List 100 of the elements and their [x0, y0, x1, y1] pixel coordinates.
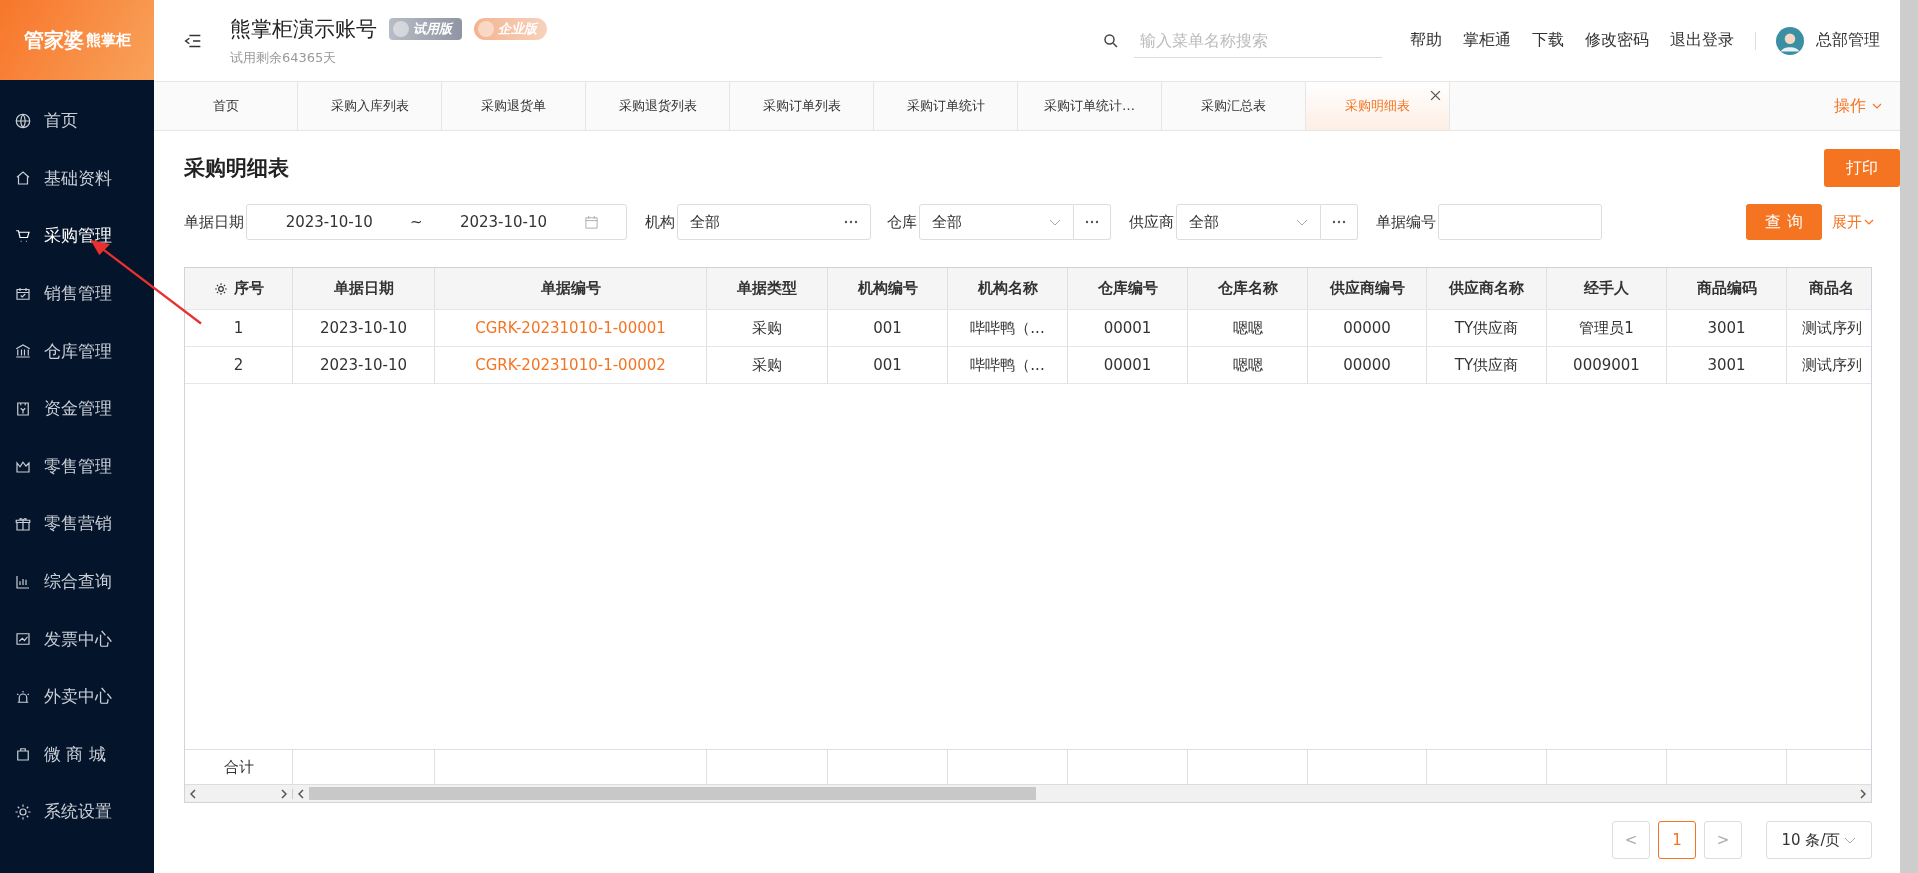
table-cell: 1	[185, 310, 293, 347]
header-link[interactable]: 帮助	[1410, 30, 1442, 51]
table-cell: TY供应商	[1427, 347, 1547, 384]
caret-icon	[1872, 103, 1882, 109]
total-label: 合计	[223, 757, 254, 777]
sidebar-item[interactable]: 零售营销	[0, 495, 154, 553]
search-icon	[1102, 31, 1120, 50]
page-tab[interactable]: 采购退货列表	[586, 82, 730, 130]
column-header: 单据编号	[435, 268, 707, 310]
table-cell: 嗯嗯	[1188, 347, 1308, 384]
filter-label: 供应商	[1129, 212, 1174, 232]
scroll-right-icon[interactable]	[1860, 788, 1866, 799]
settings-icon[interactable]	[213, 281, 228, 296]
page-title: 采购明细表	[184, 155, 289, 182]
column-header: 经手人	[1547, 268, 1667, 310]
user-name[interactable]: 总部管理	[1816, 30, 1880, 51]
header-link[interactable]: 修改密码	[1585, 30, 1649, 51]
table-cell: 采购	[707, 310, 828, 347]
table-cell: TY供应商	[1427, 310, 1547, 347]
column-header: 序号	[185, 268, 293, 310]
warehouse-select[interactable]: 全部	[919, 204, 1074, 240]
menu-item-icon	[14, 399, 32, 418]
sidebar-item[interactable]: 销售管理	[0, 264, 154, 323]
more-icon	[1332, 220, 1346, 224]
avatar-icon	[1776, 26, 1804, 55]
filter-label: 单据日期	[184, 212, 244, 232]
header-link[interactable]: 掌柜通	[1463, 30, 1511, 51]
sidebar-item[interactable]: 微 商 城	[0, 725, 154, 784]
close-icon[interactable]	[1430, 90, 1441, 101]
table-cell: 测试序列	[1787, 347, 1871, 384]
table-cell: 0009001	[1547, 347, 1667, 384]
column-header: 机构编号	[828, 268, 948, 310]
sidebar-item[interactable]: 基础资料	[0, 149, 154, 208]
menu-item-icon	[14, 111, 32, 130]
page-scrollbar[interactable]	[1900, 0, 1918, 873]
chevron-down-icon	[1844, 836, 1857, 844]
column-header: 仓库编号	[1068, 268, 1188, 310]
sidebar-item[interactable]: 外卖中心	[0, 667, 154, 726]
edition-badge: 试用版	[389, 17, 462, 40]
org-select[interactable]: 全部	[677, 204, 871, 240]
logo-product: 熊掌柜	[85, 30, 131, 50]
table-cell: 采购	[707, 347, 828, 384]
table-cell: 2023-10-10	[293, 347, 435, 384]
calendar-icon	[584, 214, 600, 230]
table-cell: 哔哔鸭（...	[948, 310, 1068, 347]
header-link[interactable]: 退出登录	[1670, 30, 1734, 51]
column-header: 仓库名称	[1188, 268, 1308, 310]
date-range-field[interactable]: 2023-10-10 ~ 2023-10-10	[246, 204, 627, 240]
page-tab[interactable]: 首页	[154, 82, 298, 130]
page-tab[interactable]: 采购入库列表	[298, 82, 442, 130]
table-cell: 2	[185, 347, 293, 384]
scroll-left-icon[interactable]	[298, 788, 304, 799]
chevron-down-icon	[1049, 218, 1061, 226]
table-cell: 3001	[1667, 310, 1787, 347]
more-icon	[844, 220, 858, 224]
sidebar-item[interactable]: 零售管理	[0, 437, 154, 496]
table-cell: 00000	[1308, 347, 1427, 384]
table-cell: 001	[828, 310, 948, 347]
column-header: 商品名	[1787, 268, 1871, 310]
menu-item-icon	[14, 169, 32, 188]
page-tab[interactable]: 采购订单统计…	[1018, 82, 1162, 130]
column-header: 机构名称	[948, 268, 1068, 310]
column-header: 供应商编号	[1308, 268, 1427, 310]
filter-label: 单据编号	[1376, 212, 1436, 232]
sidebar-item[interactable]: 采购管理	[0, 207, 154, 265]
table-cell: 00001	[1068, 310, 1188, 347]
page-tab[interactable]: 采购订单列表	[730, 82, 874, 130]
sidebar-item[interactable]: 发票中心	[0, 610, 154, 668]
header-link[interactable]: 下载	[1532, 30, 1564, 51]
page-tab[interactable]: 采购订单统计	[874, 82, 1018, 130]
table-cell: 测试序列	[1787, 310, 1871, 347]
table-cell: 嗯嗯	[1188, 310, 1308, 347]
scroll-left-icon[interactable]	[190, 788, 196, 799]
sidebar-item[interactable]: 综合查询	[0, 552, 154, 611]
logo-brand: 管家婆	[23, 26, 84, 54]
caret-icon	[1864, 219, 1874, 225]
column-header: 单据类型	[707, 268, 828, 310]
column-header: 商品编码	[1667, 268, 1787, 310]
supplier-select[interactable]: 全部	[1176, 204, 1321, 240]
scrollbar-thumb[interactable]	[309, 787, 1036, 800]
sidebar-item[interactable]: 首页	[0, 92, 154, 150]
sidebar-item[interactable]: 资金管理	[0, 379, 154, 438]
sidebar-item[interactable]: 系统设置	[0, 783, 154, 841]
menu-item-icon	[14, 227, 32, 245]
edition-badge: 企业版	[474, 17, 547, 40]
account-name: 熊掌柜演示账号	[230, 15, 377, 43]
scroll-right-icon[interactable]	[281, 788, 287, 799]
page-tab[interactable]: 采购退货单	[442, 82, 586, 130]
menu-item-icon	[14, 342, 32, 361]
table-cell: 00000	[1308, 310, 1427, 347]
column-header: 单据日期	[293, 268, 435, 310]
table-cell: 00001	[1068, 347, 1188, 384]
table-cell: 001	[828, 347, 948, 384]
sidebar-item[interactable]: 仓库管理	[0, 322, 154, 380]
table-cell: 管理员1	[1547, 310, 1667, 347]
filter-label: 仓库	[887, 212, 917, 232]
more-icon	[1085, 220, 1099, 224]
doc-number-field[interactable]	[1438, 204, 1602, 240]
menu-item-icon	[14, 802, 32, 821]
page-size-select[interactable]: 10 条/页	[1766, 821, 1872, 859]
